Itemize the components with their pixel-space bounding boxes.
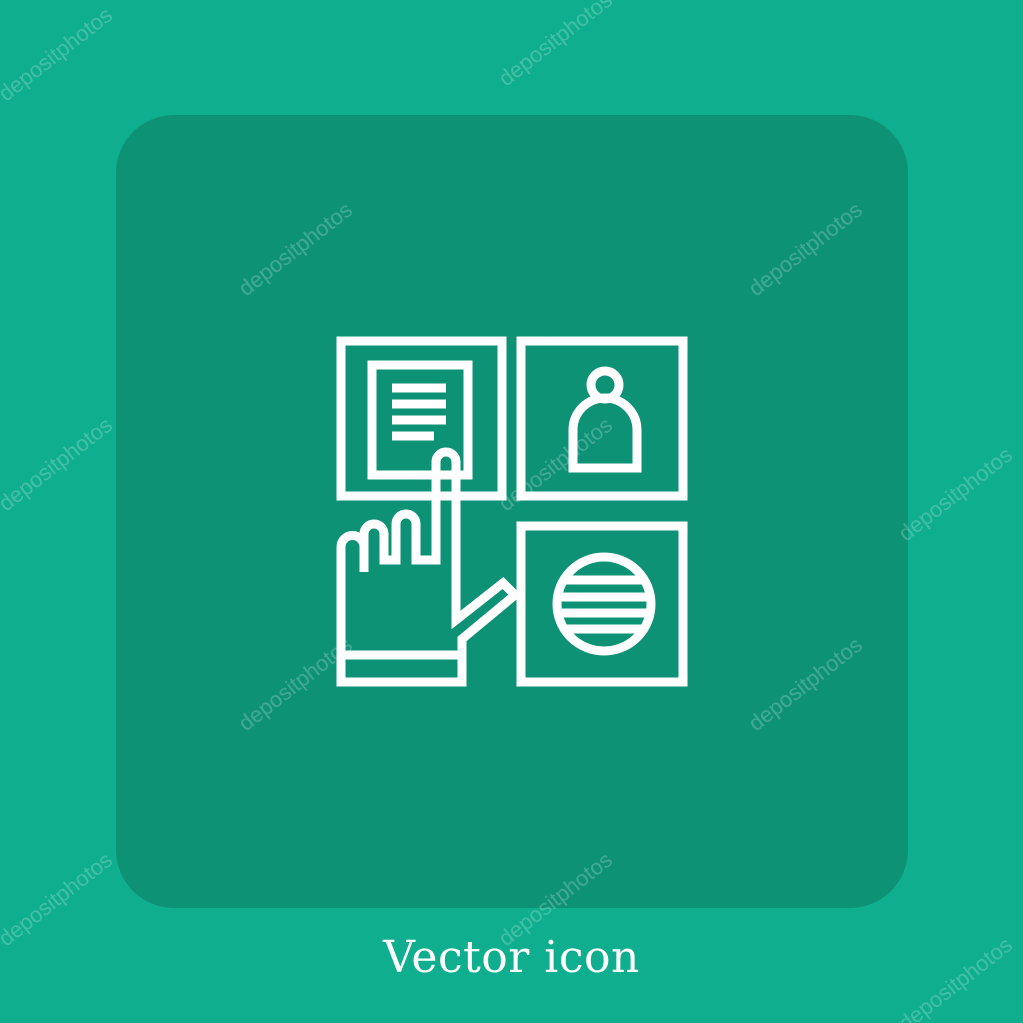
pointing-hand-icon: [336, 447, 522, 687]
document-tile-icon: [336, 336, 507, 501]
vector-icon-preview: depositphotos depositphotos depositphotos d…: [0, 0, 1023, 1023]
globe-tile-icon: [516, 521, 688, 687]
user-tile-icon: [516, 336, 688, 501]
caption-vector-icon: Vector icon: [383, 932, 640, 983]
touch-screen-interface-icon: [336, 336, 688, 687]
